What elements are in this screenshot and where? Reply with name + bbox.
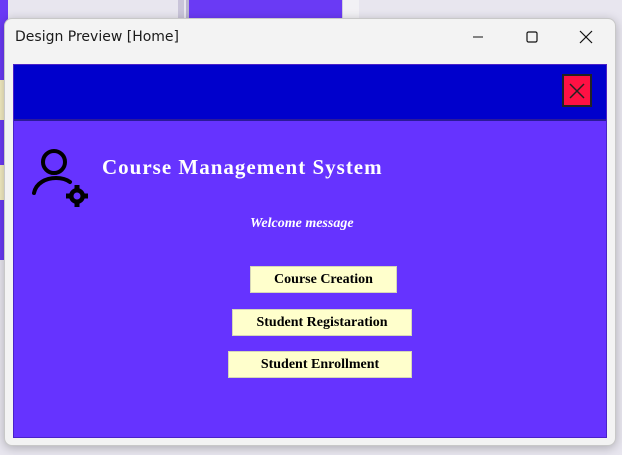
- minimize-icon: [473, 36, 483, 38]
- window-close-button[interactable]: [563, 19, 609, 55]
- window-title: Design Preview [Home]: [15, 29, 180, 45]
- app-title: Course Management System: [102, 155, 383, 179]
- maximize-icon: [526, 31, 538, 43]
- design-preview-window: Design Preview [Home] Course Management …: [4, 18, 616, 446]
- app-panel: Course Management System Welcome message…: [13, 64, 607, 438]
- background-window-edge: [342, 0, 359, 20]
- welcome-message: Welcome message: [250, 216, 354, 231]
- background-window-edge: [178, 0, 184, 20]
- student-enrollment-button[interactable]: Student Enrollment: [228, 351, 412, 378]
- minimize-button[interactable]: [455, 19, 501, 55]
- close-icon: [579, 30, 593, 44]
- user-gear-icon: [32, 149, 88, 207]
- maximize-button[interactable]: [509, 19, 555, 55]
- student-registration-button[interactable]: Student Registaration: [232, 309, 412, 336]
- close-icon: [569, 82, 585, 99]
- app-close-button[interactable]: [562, 74, 592, 107]
- course-creation-button[interactable]: Course Creation: [250, 266, 397, 293]
- title-bar[interactable]: Design Preview [Home]: [5, 19, 615, 55]
- background-window-edge: [186, 0, 345, 20]
- app-header-bar: [14, 65, 606, 121]
